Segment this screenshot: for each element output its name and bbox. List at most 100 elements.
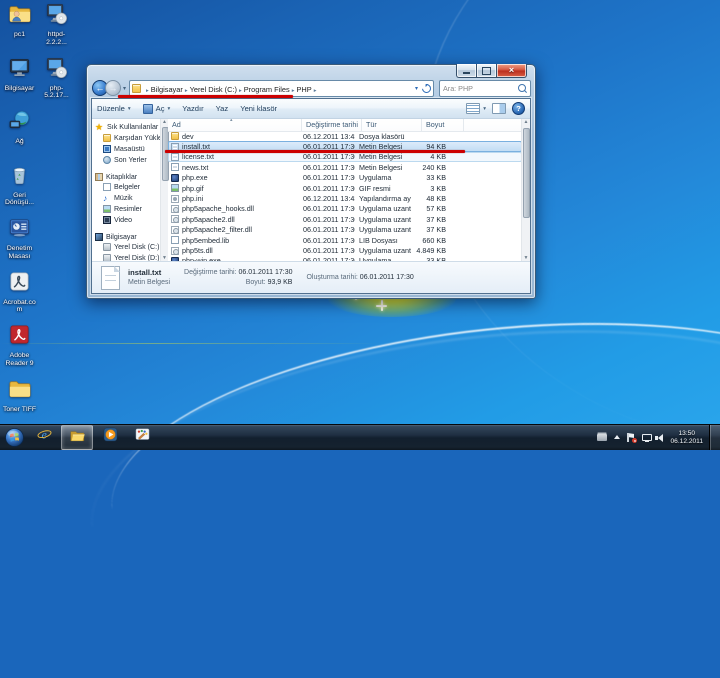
column-header-degistirme[interactable]: Değiştirme tarihi <box>302 119 362 131</box>
search-input-text: Ara: PHP <box>443 84 518 93</box>
address-folder-icon <box>132 84 141 93</box>
file-size: 37 KB <box>411 225 449 234</box>
file-row-license-txt[interactable]: license.txt06.01.2011 17:30Metin Belgesi… <box>168 152 522 162</box>
maximize-button[interactable] <box>476 64 497 78</box>
sidebar-scroll-up-icon[interactable]: ▲ <box>161 119 168 126</box>
breadcrumb-chevron-icon[interactable]: ▸ <box>185 88 188 94</box>
close-button[interactable]: × <box>497 64 527 78</box>
toolbar-button-ac[interactable]: Aç▾ <box>143 104 171 114</box>
refresh-icon[interactable] <box>420 82 433 95</box>
details-size-label: Boyut: <box>246 279 266 286</box>
change-view-dropdown-icon[interactable]: ▾ <box>483 106 486 112</box>
network-icon[interactable] <box>642 434 651 442</box>
column-header-tur[interactable]: Tür <box>362 119 422 131</box>
list-scrollbar[interactable]: ▲ ▼ <box>521 119 530 262</box>
sidebar-item-video[interactable]: Video <box>92 214 160 225</box>
list-scroll-thumb[interactable] <box>523 128 530 218</box>
file-row-php5apache2-filter-dll[interactable]: php5apache2_filter.dll06.01.2011 17:30Uy… <box>168 225 522 235</box>
breadcrumb-segment[interactable]: Yerel Disk (C:) <box>190 85 237 94</box>
action-center-flag-icon[interactable]: x <box>627 433 635 442</box>
volume-icon[interactable] <box>658 434 663 442</box>
column-header-boyut[interactable]: Boyut <box>422 119 464 131</box>
file-modified: 06.01.2011 17:30 <box>299 184 355 193</box>
desktop-icon-pc1[interactable]: pc1 <box>1 2 38 56</box>
toolbar-button-yazdir[interactable]: Yazdır <box>182 104 203 114</box>
text-file-icon <box>171 163 179 171</box>
sidebar-item-belgeler[interactable]: Belgeler <box>92 182 160 193</box>
address-bar[interactable]: ▸Bilgisayar▸Yerel Disk (C:)▸Program File… <box>129 80 434 97</box>
sidebar-scrollbar[interactable]: ▲ ▼ <box>160 119 168 262</box>
dll-file-icon <box>171 247 179 255</box>
command-toolbar: Düzenle▾ Aç▾ Yazdır Yaz Yeni klasör ▾ ? <box>92 99 530 119</box>
sidebar-item-kitapl-klar[interactable]: Kitaplıklar <box>92 171 160 182</box>
breadcrumb-segment[interactable]: Bilgisayar <box>151 85 183 94</box>
taskbar-button-media-player[interactable] <box>95 425 125 448</box>
forward-button[interactable]: → <box>105 80 121 96</box>
address-dropdown-icon[interactable]: ▾ <box>415 85 418 92</box>
sidebar-item-bilgisayar[interactable]: Bilgisayar <box>92 231 160 242</box>
desktop-icon-label: Denetim Masası <box>1 245 38 260</box>
sidebar-item-label: Bilgisayar <box>106 233 137 241</box>
column-header-ad[interactable]: Ad▴ <box>168 119 302 131</box>
breadcrumb-chevron-icon[interactable]: ▸ <box>239 88 242 94</box>
change-view-icon[interactable] <box>466 103 480 114</box>
file-size: 4.849 KB <box>411 246 449 255</box>
toolbar-button-yeni-klasor[interactable]: Yeni klasör <box>240 104 277 114</box>
toolbar-items: Düzenle▾ Aç▾ Yazdır Yaz Yeni klasör <box>97 104 289 114</box>
breadcrumb-segment[interactable]: Program Files <box>244 85 290 94</box>
wallpaper-sparkle <box>376 300 387 311</box>
file-row-dev[interactable]: dev06.12.2011 13:43Dosya klasörü <box>168 131 522 141</box>
desktop-icon-php-installer[interactable]: php-5.2.17... <box>38 56 75 110</box>
taskbar-button-paint[interactable] <box>127 425 157 448</box>
sidebar-item-son-yerler[interactable]: Son Yerler <box>92 154 160 165</box>
toolbar-button-duzenle[interactable]: Düzenle▾ <box>97 104 131 114</box>
file-name: php5apache2_filter.dll <box>182 225 252 234</box>
file-row-php5ts-dll[interactable]: php5ts.dll06.01.2011 17:30Uygulama uzant… <box>168 245 522 255</box>
minimize-button[interactable] <box>456 64 476 78</box>
caption-buttons: × <box>456 64 527 78</box>
desktop-icon-httpd-installer[interactable]: httpd-2.2.2... <box>38 2 75 56</box>
file-row-php-exe[interactable]: php.exe06.01.2011 17:30Uygulama33 KB <box>168 173 522 183</box>
action-center-alert-badge: x <box>632 438 637 443</box>
file-modified: 06.12.2011 13:43 <box>299 132 355 141</box>
desktop-icon-denetim-masasi[interactable]: Denetim Masası <box>1 216 38 270</box>
start-button[interactable] <box>2 425 27 450</box>
music-icon: ♪ <box>103 194 111 202</box>
breadcrumb-chevron-icon[interactable]: ▸ <box>314 88 317 94</box>
taskbar-button-internet-explorer[interactable]: e <box>29 425 59 448</box>
taskbar-button-windows-explorer[interactable] <box>61 425 93 450</box>
file-row-php-gif[interactable]: php.gif06.01.2011 17:30GIF resmi3 KB <box>168 183 522 193</box>
show-desktop-button[interactable] <box>709 425 720 450</box>
desktop-icon-acrobat-com[interactable]: Acrobat.com <box>1 270 38 324</box>
desktop-icon-ag[interactable]: Ağ <box>1 109 38 163</box>
file-row-news-txt[interactable]: news.txt06.01.2011 17:30Metin Belgesi240… <box>168 162 522 172</box>
breadcrumb-chevron-icon[interactable]: ▸ <box>146 88 149 94</box>
toolbar-button-yaz[interactable]: Yaz <box>216 104 229 114</box>
desktop-icon-toner-tiff[interactable]: Toner TIFF <box>1 377 38 431</box>
breadcrumb-segment[interactable]: PHP <box>297 85 312 94</box>
file-row-php5apache2-dll[interactable]: php5apache2.dll06.01.2011 17:30Uygulama … <box>168 214 522 224</box>
file-row-php-ini[interactable]: php.ini06.12.2011 13:43Yapılandırma ayar… <box>168 193 522 203</box>
file-row-php5apache-hooks-dll[interactable]: php5apache_hooks.dll06.01.2011 17:30Uygu… <box>168 204 522 214</box>
file-row-php5embed-lib[interactable]: php5embed.lib06.01.2011 17:30LIB Dosyası… <box>168 235 522 245</box>
file-type: Uygulama uzantısı <box>355 225 411 234</box>
sidebar-item-resimler[interactable]: Resimler <box>92 204 160 215</box>
sidebar-item-kar-dan-y-klem[interactable]: Karşıdan Yüklem <box>92 133 160 144</box>
tray-device-icon[interactable] <box>597 434 607 441</box>
desktop-icon-adobe-reader[interactable]: Adobe Reader 9 <box>1 323 38 377</box>
tray-show-hidden-icons[interactable] <box>614 432 620 439</box>
search-box[interactable]: Ara: PHP <box>439 80 531 97</box>
help-icon[interactable]: ? <box>512 102 525 115</box>
desktop-icon-bilgisayar[interactable]: Bilgisayar <box>1 56 38 110</box>
desktop-icon-geri-donusum[interactable]: Geri Dönüşü... <box>1 163 38 217</box>
list-scroll-up-icon[interactable]: ▲ <box>522 119 530 126</box>
tray-clock[interactable]: 13:50 06.12.2011 <box>670 430 703 446</box>
shared-folder-icon <box>8 2 31 30</box>
sidebar-item-s-k-kullan-lanlar[interactable]: ★Sık Kullanılanlar <box>92 122 160 133</box>
sidebar-item-yerel-disk-c-[interactable]: Yerel Disk (C:) <box>92 242 160 253</box>
sidebar-item-masa-st-[interactable]: Masaüstü <box>92 144 160 155</box>
breadcrumb-chevron-icon[interactable]: ▸ <box>292 88 295 94</box>
preview-pane-icon[interactable] <box>492 103 506 114</box>
recent-pages-dropdown-icon[interactable]: ▾ <box>123 85 126 92</box>
sidebar-item-m-zik[interactable]: ♪Müzik <box>92 193 160 204</box>
